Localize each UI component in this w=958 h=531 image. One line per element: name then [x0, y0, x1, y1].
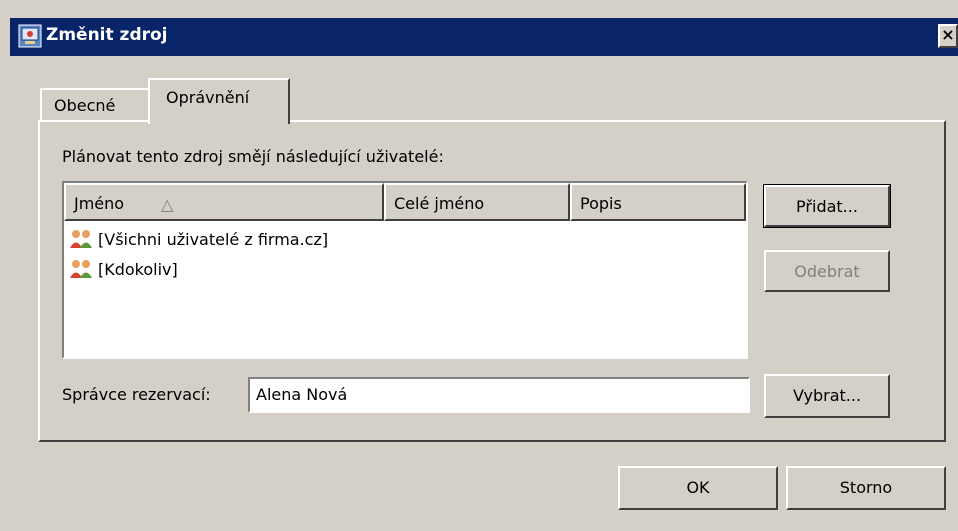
column-header-name[interactable]: Jméno △	[64, 183, 384, 221]
users-list-label: Plánovat tento zdroj smějí následující u…	[62, 147, 444, 166]
tab-general[interactable]: Obecné	[40, 88, 150, 120]
user-name: [Všichni uživatelé z firma.cz]	[98, 229, 329, 249]
choose-manager-button[interactable]: Vybrat...	[764, 374, 890, 418]
ok-button[interactable]: OK	[618, 466, 778, 510]
user-name: [Kdokoliv]	[98, 259, 178, 279]
column-header-description[interactable]: Popis	[570, 183, 746, 221]
resource-icon	[18, 24, 42, 48]
group-users-icon	[70, 260, 92, 278]
manager-label: Správce rezervací:	[62, 385, 211, 404]
group-users-icon	[70, 230, 92, 248]
users-list[interactable]: Jméno △ Celé jméno Popis [Všichni uživat…	[62, 181, 748, 359]
cancel-button[interactable]: Storno	[786, 466, 946, 510]
tab-permissions[interactable]: Oprávnění	[148, 78, 290, 124]
add-user-button[interactable]: Přidat...	[763, 184, 891, 228]
column-name-label: Jméno	[74, 194, 125, 213]
list-header: Jméno △ Celé jméno Popis	[64, 183, 746, 221]
list-item[interactable]: [Všichni uživatelé z firma.cz]	[68, 227, 328, 251]
close-button[interactable]: ×	[938, 24, 958, 48]
manager-field[interactable]: Alena Nová	[248, 377, 750, 413]
list-item[interactable]: [Kdokoliv]	[68, 257, 178, 281]
dialog-title: Změnit zdroj	[46, 25, 168, 45]
dialog-window: Změnit zdroj × Obecné Oprávnění Plánovat…	[0, 0, 958, 531]
remove-user-button[interactable]: Odebrat	[764, 250, 890, 292]
column-header-full-name[interactable]: Celé jméno	[384, 183, 570, 221]
sort-ascending-icon: △	[161, 195, 174, 214]
title-bar[interactable]: Změnit zdroj ×	[10, 18, 958, 56]
